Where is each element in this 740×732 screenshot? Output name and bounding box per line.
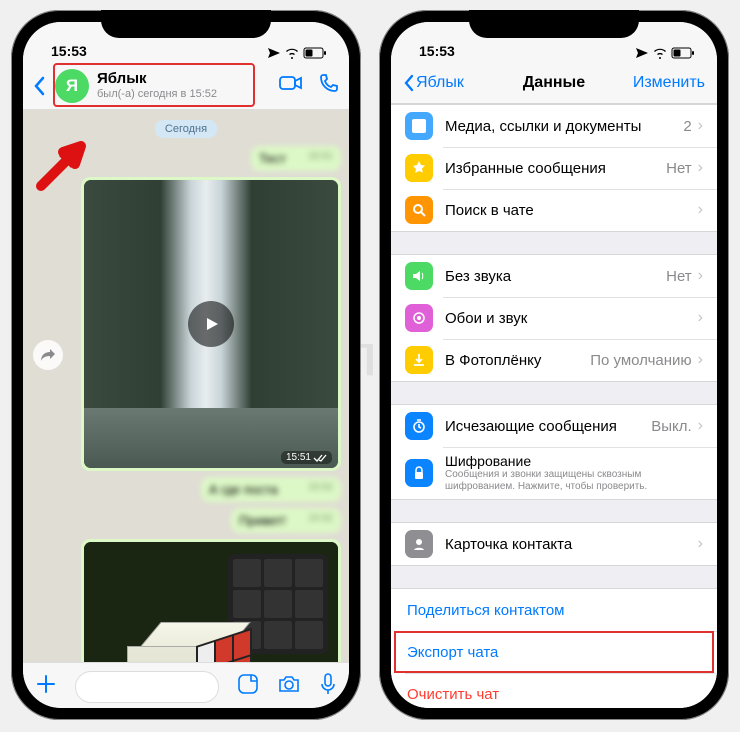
nav-edit-button[interactable]: Изменить xyxy=(633,74,705,92)
row-starred[interactable]: Избранные сообщения Нет › xyxy=(391,147,717,189)
row-detail: Нет xyxy=(666,268,692,285)
search-icon xyxy=(405,196,433,224)
row-detail: Нет xyxy=(666,160,692,177)
airplane-icon xyxy=(267,47,281,59)
chevron-right-icon: › xyxy=(698,201,703,219)
cube-logo: GO xyxy=(127,646,197,662)
phone-right: 15:53 Яблык Данные Изменить Медиа, ссылк… xyxy=(379,10,729,720)
chevron-right-icon: › xyxy=(698,351,703,369)
row-detail: 2 xyxy=(683,118,691,135)
message-time: 15:51 xyxy=(281,451,332,464)
mic-icon[interactable] xyxy=(319,672,337,701)
chevron-right-icon: › xyxy=(698,309,703,327)
input-bar xyxy=(23,662,349,708)
text-message[interactable]: А где поста15:52 xyxy=(201,477,341,502)
lock-icon xyxy=(405,459,433,487)
battery-icon xyxy=(671,47,695,59)
nav-back-button[interactable]: Яблык xyxy=(403,74,464,92)
row-encryption[interactable]: Шифрование Сообщения и звонки защищены с… xyxy=(391,447,717,499)
row-clear-chat[interactable]: Очистить чат xyxy=(391,673,717,708)
row-mute[interactable]: Без звука Нет › xyxy=(391,255,717,297)
row-label: Поиск в чате xyxy=(445,202,698,219)
chat-header: Я Яблык был(-а) сегодня в 15:52 xyxy=(23,62,349,110)
row-media[interactable]: Медиа, ссылки и документы 2 › xyxy=(391,105,717,147)
contact-header-tap[interactable]: Я Яблык был(-а) сегодня в 15:52 xyxy=(51,67,279,105)
avatar: Я xyxy=(55,69,89,103)
row-disappearing[interactable]: Исчезающие сообщения Выкл. › xyxy=(391,405,717,447)
contact-icon xyxy=(405,530,433,558)
download-icon xyxy=(405,346,433,374)
sticker-icon[interactable] xyxy=(237,673,259,700)
chevron-right-icon: › xyxy=(698,117,703,135)
battery-icon xyxy=(303,47,327,59)
wifi-icon xyxy=(652,47,668,59)
image-message[interactable]: GO 15:52 xyxy=(81,539,341,662)
photos-icon xyxy=(405,112,433,140)
plus-icon[interactable] xyxy=(35,673,57,700)
message-input[interactable] xyxy=(75,671,219,703)
row-export-chat[interactable]: Экспорт чата xyxy=(391,631,717,673)
row-save-to-photos[interactable]: В Фотоплёнку По умолчанию › xyxy=(391,339,717,381)
nav-title: Данные xyxy=(523,74,585,92)
red-arrow-annotation xyxy=(31,132,101,207)
text-message[interactable]: Тест15:51 xyxy=(251,146,341,171)
status-time: 15:53 xyxy=(51,43,87,59)
play-icon[interactable] xyxy=(188,301,234,347)
voice-call-icon[interactable] xyxy=(319,73,339,98)
chevron-right-icon: › xyxy=(698,159,703,177)
chevron-right-icon: › xyxy=(698,417,703,435)
wifi-icon xyxy=(284,47,300,59)
row-label: Очистить чат xyxy=(407,686,703,703)
status-time: 15:53 xyxy=(419,43,455,59)
nav-bar: Яблык Данные Изменить xyxy=(391,62,717,104)
airplane-icon xyxy=(635,47,649,59)
contact-name: Яблык xyxy=(97,71,217,88)
star-icon xyxy=(405,154,433,182)
date-pill: Сегодня xyxy=(155,120,217,138)
row-label: Шифрование xyxy=(445,453,703,469)
notch xyxy=(101,10,271,38)
row-detail: По умолчанию xyxy=(590,352,691,369)
row-subtitle: Сообщения и звонки защищены сквозным шиф… xyxy=(445,469,703,494)
video-message[interactable]: 15:51 xyxy=(81,177,341,471)
row-label: Без звука xyxy=(445,268,666,285)
row-contact-card[interactable]: Карточка контакта › xyxy=(391,523,717,565)
row-label: Медиа, ссылки и документы xyxy=(445,118,683,135)
row-wallpaper[interactable]: Обои и звук › xyxy=(391,297,717,339)
camera-icon[interactable] xyxy=(277,674,301,699)
row-detail: Выкл. xyxy=(651,418,691,435)
settings-list[interactable]: Медиа, ссылки и документы 2 › Избранные … xyxy=(391,104,717,708)
timer-icon xyxy=(405,412,433,440)
contact-status: был(-а) сегодня в 15:52 xyxy=(97,88,217,100)
wallpaper-icon xyxy=(405,304,433,332)
row-label: Экспорт чата xyxy=(407,644,703,661)
video-call-icon[interactable] xyxy=(279,74,303,97)
row-label: Поделиться контактом xyxy=(407,602,703,619)
row-label: Карточка контакта xyxy=(445,536,698,553)
phone-left: 15:53 Я Яблык был(-а) сегодня в 15:52 xyxy=(11,10,361,720)
row-label: В Фотоплёнку xyxy=(445,352,590,369)
speaker-icon xyxy=(405,262,433,290)
row-search[interactable]: Поиск в чате › xyxy=(391,189,717,231)
row-label: Обои и звук xyxy=(445,310,698,327)
row-share-contact[interactable]: Поделиться контактом xyxy=(391,589,717,631)
notch xyxy=(469,10,639,38)
row-label: Исчезающие сообщения xyxy=(445,418,651,435)
text-message[interactable]: Привет!15:52 xyxy=(231,508,341,533)
back-button[interactable] xyxy=(33,76,51,96)
row-label: Избранные сообщения xyxy=(445,160,666,177)
forward-icon[interactable] xyxy=(33,340,63,370)
chevron-right-icon: › xyxy=(698,267,703,285)
chevron-right-icon: › xyxy=(698,535,703,553)
